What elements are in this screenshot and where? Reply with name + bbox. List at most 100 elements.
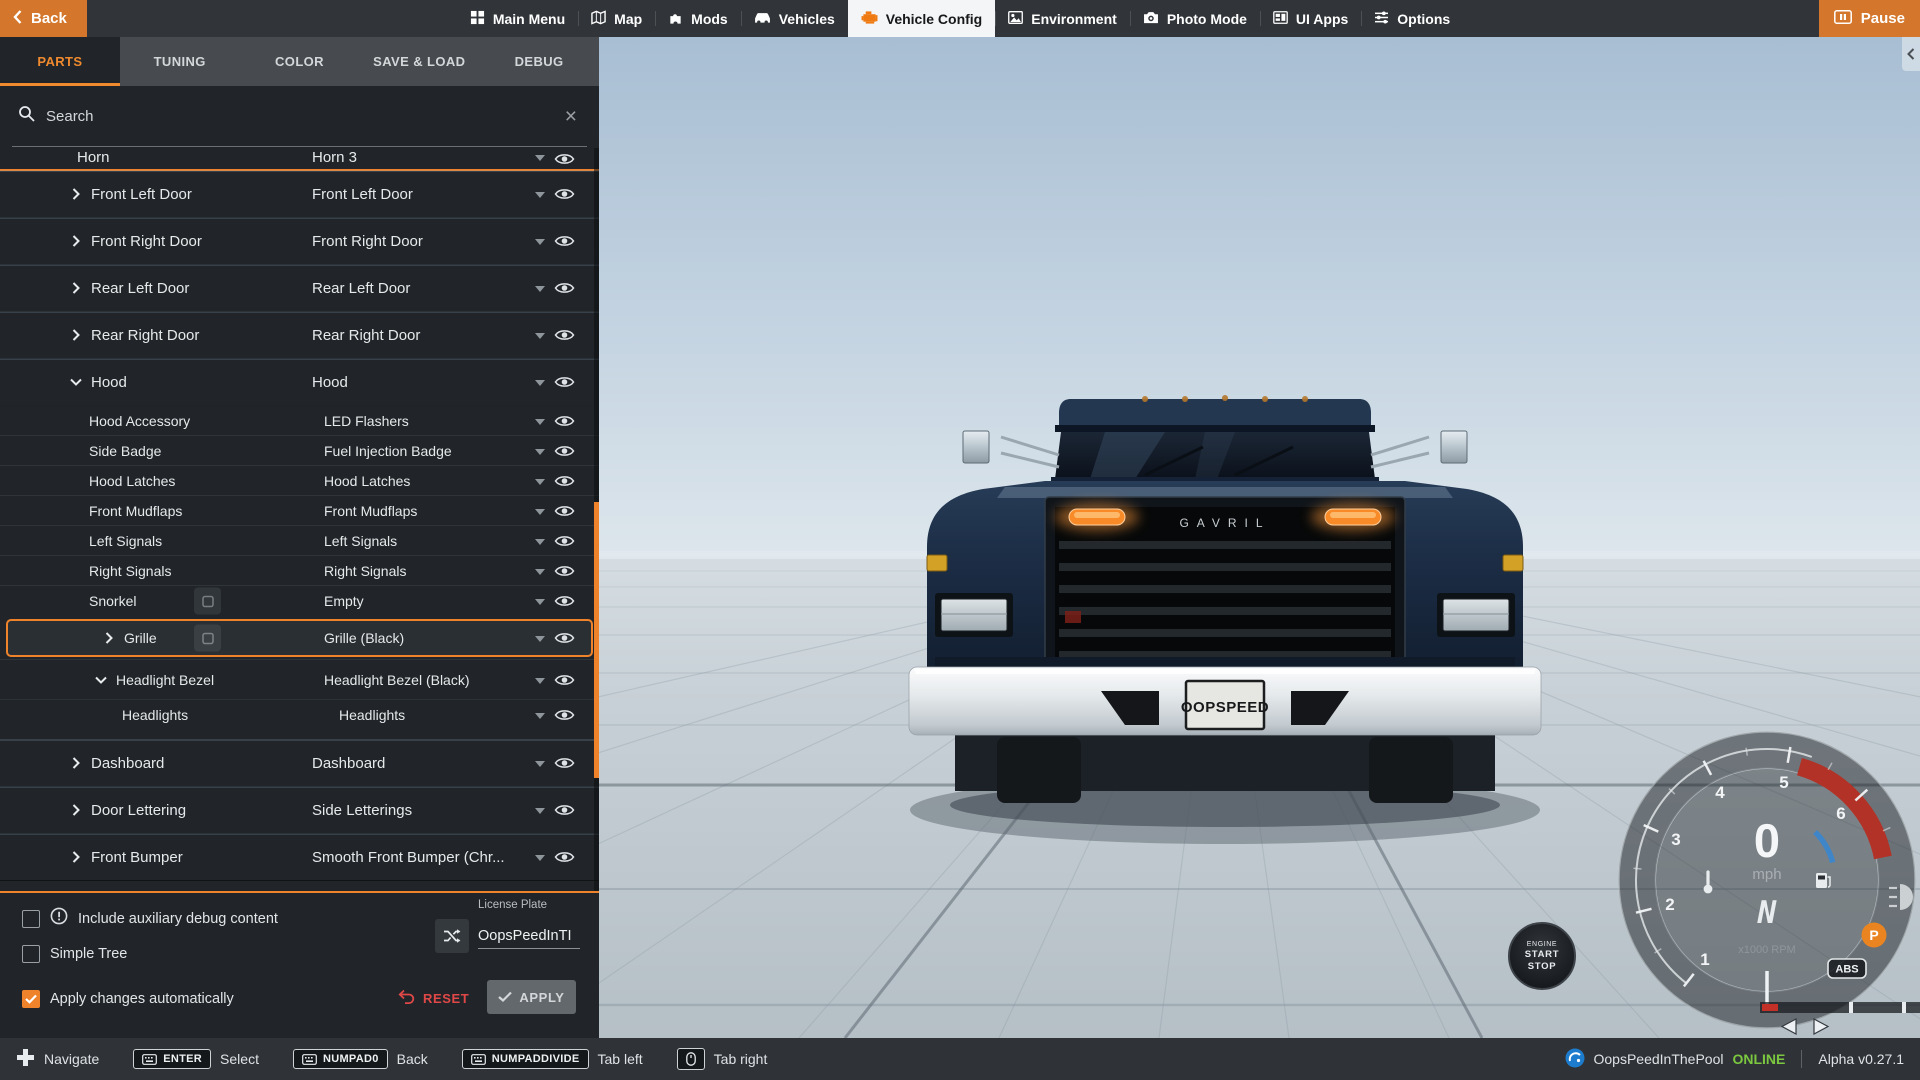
- tab-debug[interactable]: DEBUG: [479, 37, 599, 86]
- part-value-dropdown[interactable]: Empty: [324, 593, 364, 609]
- chevron-right-icon[interactable]: [70, 329, 82, 341]
- visibility-eye-icon[interactable]: [554, 234, 575, 248]
- visibility-eye-icon[interactable]: [554, 673, 575, 687]
- aux-debug-checkbox[interactable]: [22, 910, 40, 928]
- visibility-eye-icon[interactable]: [554, 187, 575, 201]
- search-input[interactable]: [46, 108, 550, 125]
- part-row-grille-selected[interactable]: Grille Grille (Black): [6, 619, 593, 657]
- part-row-hood[interactable]: Hood Hood: [0, 359, 599, 406]
- pause-button[interactable]: Pause: [1819, 0, 1920, 37]
- part-row-rear-left-door[interactable]: Rear Left Door Rear Left Door: [0, 265, 599, 312]
- part-row-side-badge[interactable]: Side Badge Fuel Injection Badge: [0, 436, 599, 466]
- engine-start-stop-button[interactable]: ENGINE START STOP: [1508, 922, 1576, 990]
- part-value-dropdown[interactable]: Right Signals: [324, 563, 407, 579]
- visibility-eye-icon[interactable]: [554, 414, 575, 428]
- apply-auto-checkbox[interactable]: [22, 990, 40, 1008]
- chevron-right-icon[interactable]: [70, 188, 82, 200]
- visibility-eye-icon[interactable]: [554, 375, 575, 389]
- part-action-icon[interactable]: [194, 588, 221, 615]
- part-value-dropdown[interactable]: Grille (Black): [324, 630, 404, 646]
- reset-button[interactable]: RESET: [398, 989, 469, 1007]
- tab-color[interactable]: COLOR: [240, 37, 360, 86]
- part-value-dropdown[interactable]: Front Left Door: [312, 186, 413, 203]
- chevron-right-icon[interactable]: [70, 757, 82, 769]
- part-row-hood-accessory[interactable]: Hood Accessory LED Flashers: [0, 406, 599, 436]
- panel-collapse-handle[interactable]: [1902, 37, 1920, 71]
- part-row-front-mudflaps[interactable]: Front Mudflaps Front Mudflaps: [0, 496, 599, 526]
- tab-save-load[interactable]: SAVE & LOAD: [359, 37, 479, 86]
- tab-tuning[interactable]: TUNING: [120, 37, 240, 86]
- license-plate-input[interactable]: [478, 923, 580, 949]
- part-value-dropdown[interactable]: Front Mudflaps: [324, 503, 417, 519]
- part-row-front-left-door[interactable]: Front Left Door Front Left Door: [0, 171, 599, 218]
- chevron-right-icon[interactable]: [70, 851, 82, 863]
- clear-search-icon[interactable]: ×: [561, 106, 581, 127]
- part-row-rear-right-door[interactable]: Rear Right Door Rear Right Door: [0, 312, 599, 359]
- part-value-dropdown[interactable]: Headlights: [339, 707, 405, 723]
- apply-button[interactable]: APPLY: [487, 980, 576, 1014]
- nav-mods[interactable]: Mods: [655, 0, 741, 37]
- part-value-dropdown[interactable]: Dashboard: [312, 755, 385, 772]
- part-row-headlights[interactable]: Headlights Headlights: [0, 700, 599, 730]
- part-row-horn[interactable]: Horn Horn 3: [0, 147, 599, 169]
- randomize-plate-button[interactable]: [435, 919, 469, 953]
- nav-main-menu[interactable]: Main Menu: [457, 0, 578, 37]
- nav-options[interactable]: Options: [1361, 0, 1463, 37]
- part-value-dropdown[interactable]: Rear Left Door: [312, 280, 410, 297]
- visibility-eye-icon[interactable]: [554, 474, 575, 488]
- chevron-down-icon[interactable]: [70, 378, 82, 386]
- part-row-door-lettering[interactable]: Door Lettering Side Letterings: [0, 787, 599, 834]
- visibility-eye-icon[interactable]: [554, 631, 575, 645]
- part-value-dropdown[interactable]: Rear Right Door: [312, 327, 420, 344]
- visibility-eye-icon[interactable]: [554, 152, 575, 166]
- part-value-dropdown[interactable]: LED Flashers: [324, 413, 409, 429]
- part-action-icon[interactable]: [194, 625, 221, 652]
- tab-parts[interactable]: PARTS: [0, 37, 120, 86]
- simple-tree-checkbox[interactable]: [22, 945, 40, 963]
- nav-vehicles[interactable]: Vehicles: [741, 0, 848, 37]
- part-value-dropdown[interactable]: Horn 3: [312, 149, 357, 166]
- visibility-eye-icon[interactable]: [554, 756, 575, 770]
- part-row-snorkel[interactable]: Snorkel Empty: [0, 586, 599, 616]
- part-row-front-right-door[interactable]: Front Right Door Front Right Door: [0, 218, 599, 265]
- visibility-eye-icon[interactable]: [554, 534, 575, 548]
- part-value-dropdown[interactable]: Side Letterings: [312, 802, 412, 819]
- part-value-dropdown[interactable]: Hood: [312, 374, 348, 391]
- nav-label: Photo Mode: [1167, 11, 1247, 27]
- visibility-eye-icon[interactable]: [554, 564, 575, 578]
- part-row-left-signals[interactable]: Left Signals Left Signals: [0, 526, 599, 556]
- visibility-eye-icon[interactable]: [554, 444, 575, 458]
- visibility-eye-icon[interactable]: [554, 803, 575, 817]
- part-row-right-signals[interactable]: Right Signals Right Signals: [0, 556, 599, 586]
- visibility-eye-icon[interactable]: [554, 850, 575, 864]
- part-value-dropdown[interactable]: Headlight Bezel (Black): [324, 672, 470, 688]
- part-row-front-bumper[interactable]: Front Bumper Smooth Front Bumper (Chr...: [0, 834, 599, 881]
- nav-vehicle-config[interactable]: Vehicle Config: [848, 0, 995, 37]
- nav-ui-apps[interactable]: UI Apps: [1260, 0, 1361, 37]
- visibility-eye-icon[interactable]: [554, 708, 575, 722]
- viewport-3d[interactable]: GAVRIL: [599, 37, 1920, 1038]
- part-value-dropdown[interactable]: Smooth Front Bumper (Chr...: [312, 849, 505, 866]
- chevron-down-icon[interactable]: [95, 676, 107, 684]
- chevron-right-icon[interactable]: [70, 804, 82, 816]
- visibility-eye-icon[interactable]: [554, 504, 575, 518]
- nav-environment[interactable]: Environment: [995, 0, 1130, 37]
- part-value-dropdown[interactable]: Fuel Injection Badge: [324, 443, 452, 459]
- part-row-headlight-bezel[interactable]: Headlight Bezel Headlight Bezel (Black): [0, 660, 599, 700]
- chevron-right-icon[interactable]: [103, 632, 115, 644]
- part-row-dashboard[interactable]: Dashboard Dashboard: [0, 740, 599, 787]
- nav-photo-mode[interactable]: Photo Mode: [1130, 0, 1260, 37]
- visibility-eye-icon[interactable]: [554, 328, 575, 342]
- visibility-eye-icon[interactable]: [554, 281, 575, 295]
- panel-scrollbar[interactable]: [594, 148, 599, 891]
- chevron-right-icon[interactable]: [70, 235, 82, 247]
- visibility-eye-icon[interactable]: [554, 594, 575, 608]
- back-button[interactable]: Back: [0, 0, 87, 37]
- chevron-right-icon[interactable]: [70, 282, 82, 294]
- part-row-hood-latches[interactable]: Hood Latches Hood Latches: [0, 466, 599, 496]
- part-value-dropdown[interactable]: Hood Latches: [324, 473, 410, 489]
- scrollbar-thumb[interactable]: [594, 502, 599, 778]
- nav-map[interactable]: Map: [578, 0, 655, 37]
- part-value-dropdown[interactable]: Left Signals: [324, 533, 397, 549]
- part-value-dropdown[interactable]: Front Right Door: [312, 233, 423, 250]
